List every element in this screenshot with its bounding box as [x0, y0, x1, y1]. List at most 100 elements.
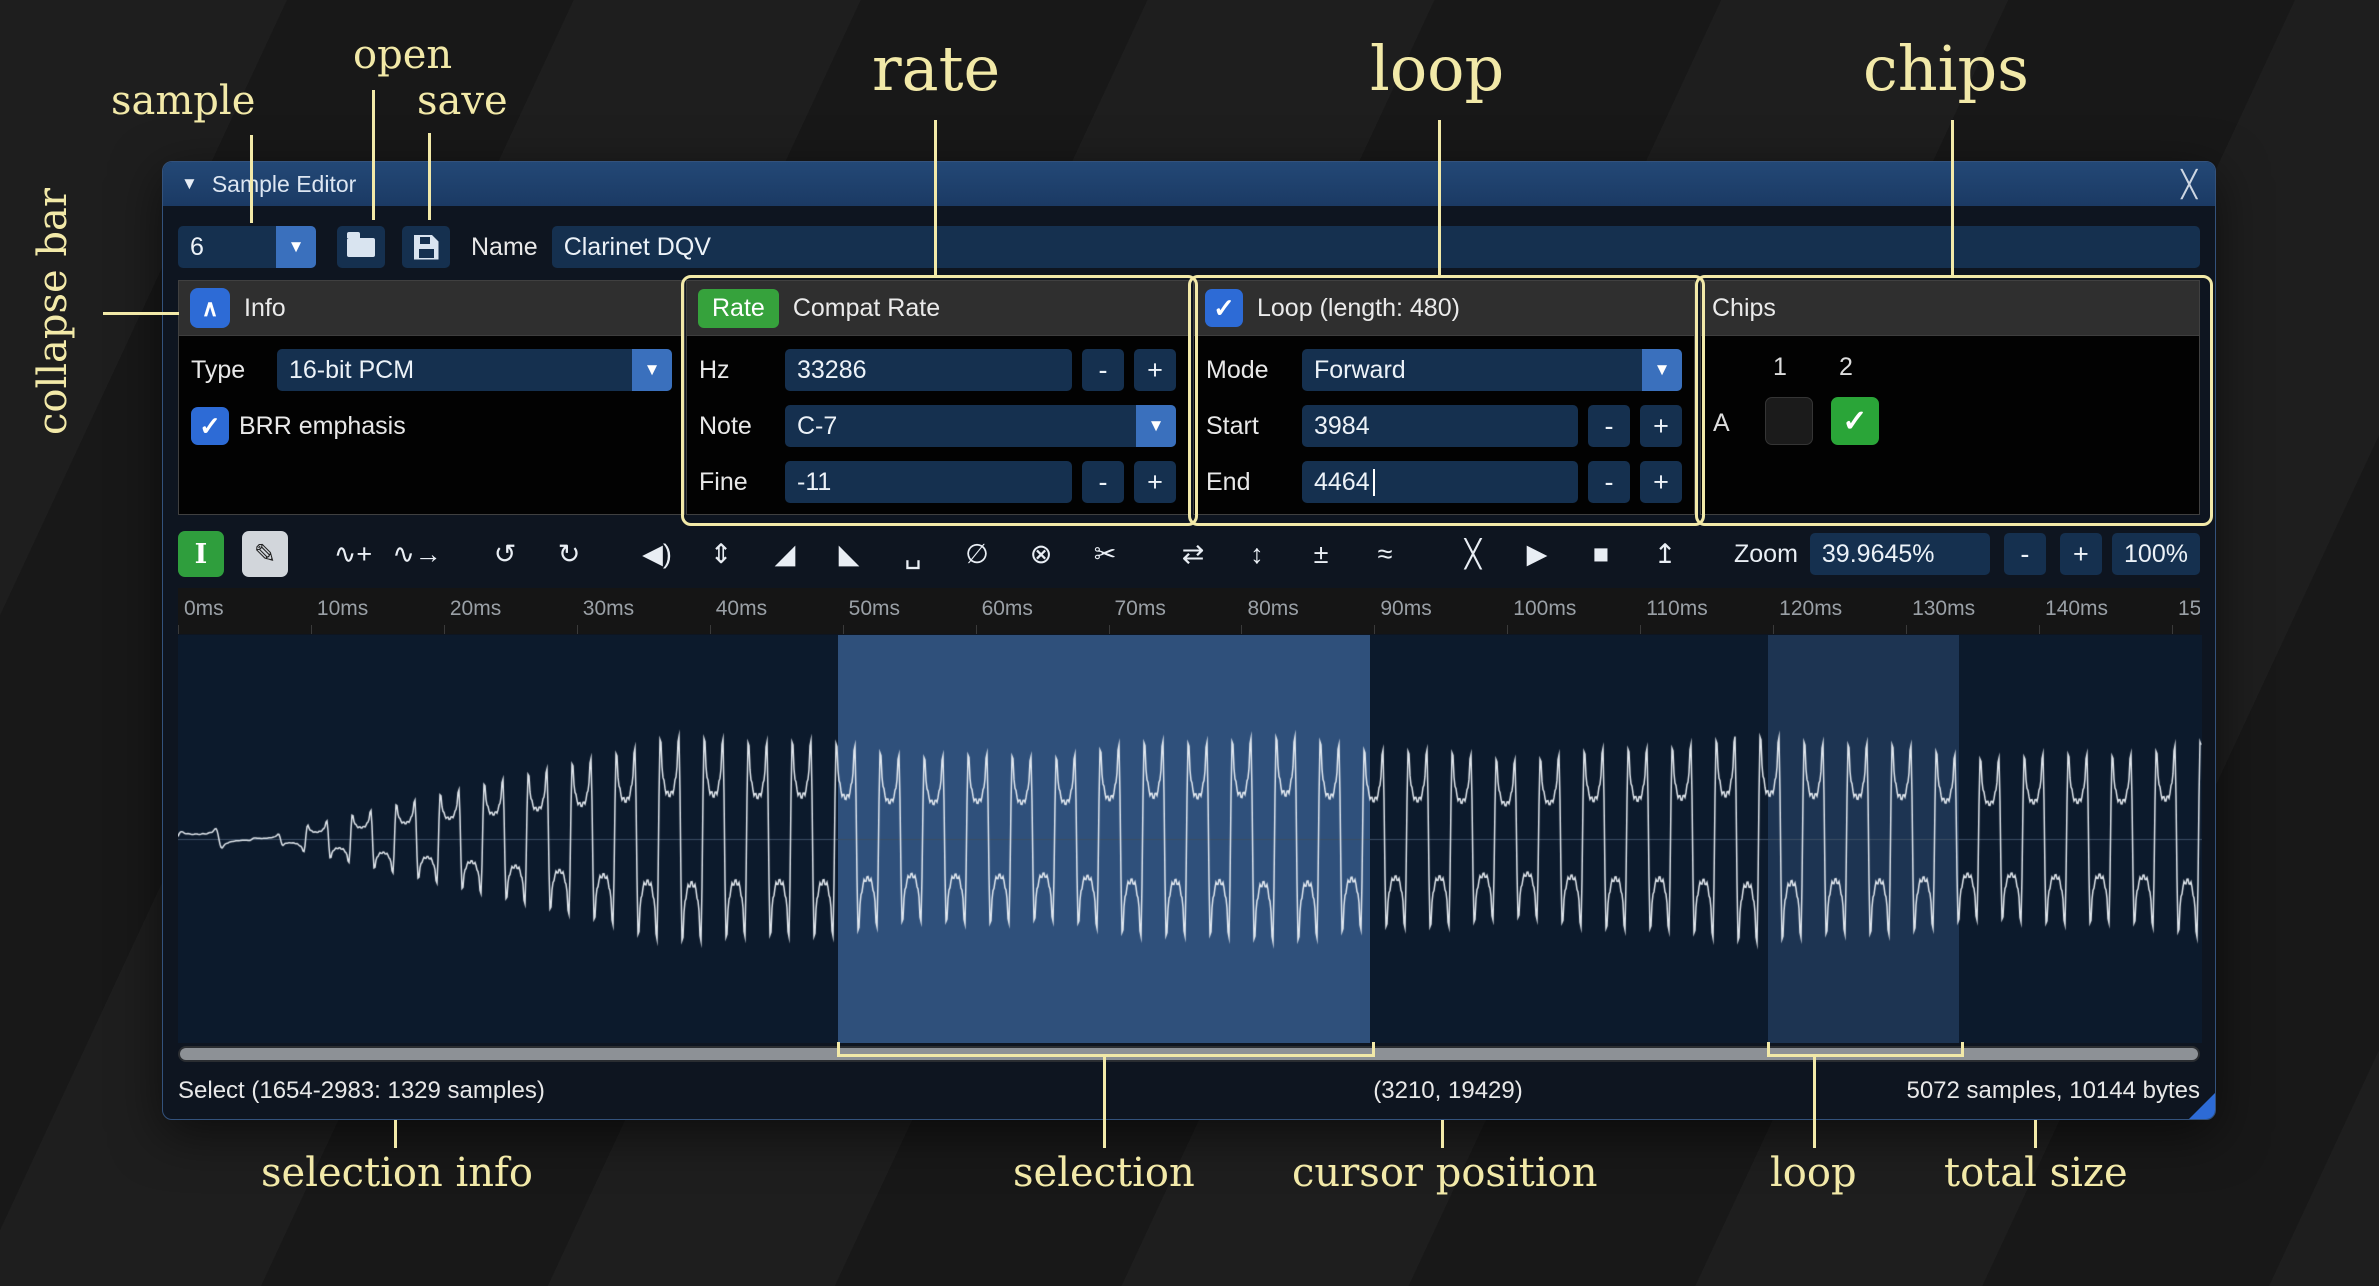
timeline-tick: [577, 625, 578, 634]
loop-header-label: Loop (length: 480): [1257, 294, 1460, 323]
info-section: ∧ Info Type 16-bit PCM ▼ ✓: [178, 280, 685, 515]
resize-grip[interactable]: [2189, 1093, 2215, 1119]
fine-plus-button[interactable]: +: [1134, 461, 1176, 503]
save-sample-button[interactable]: [402, 226, 450, 268]
fade-in-button[interactable]: ◢: [762, 531, 808, 577]
delete-button[interactable]: ⊗: [1018, 531, 1064, 577]
undo-button[interactable]: ↺: [482, 531, 528, 577]
rate-section: Rate Compat Rate Hz 33286 - + Note: [686, 280, 1189, 515]
hz-minus-button[interactable]: -: [1082, 349, 1124, 391]
resize-button[interactable]: ∿+: [330, 531, 376, 577]
timeline-label: 150ms: [2178, 597, 2200, 621]
resample-button[interactable]: ∿→: [394, 531, 440, 577]
preview-play-button[interactable]: ▶: [1514, 531, 1560, 577]
hz-input[interactable]: 33286: [785, 349, 1072, 391]
hz-plus-button[interactable]: +: [1134, 349, 1176, 391]
waveform-display[interactable]: [178, 635, 2202, 1043]
open-sample-button[interactable]: [337, 226, 385, 268]
redo-button[interactable]: ↻: [546, 531, 592, 577]
preview-stop-button[interactable]: ■: [1578, 531, 1624, 577]
timeline-label: 120ms: [1779, 597, 1842, 621]
annotation-line-total-size: [2034, 1120, 2037, 1148]
annotation-line-cursor-position: [1441, 1120, 1444, 1148]
chip-1-checkbox[interactable]: [1765, 397, 1813, 445]
loop-start-input[interactable]: 3984: [1302, 405, 1578, 447]
chip-column-2-label: 2: [1839, 353, 1853, 382]
fine-input[interactable]: -11: [785, 461, 1072, 503]
loop-start-label: Start: [1206, 412, 1292, 441]
collapse-bar-button[interactable]: ∧: [190, 288, 230, 328]
annotation-selection-info: selection info: [261, 1150, 533, 1196]
annotation-line-open: [372, 90, 375, 220]
zoom-value: 39.9645%: [1822, 540, 1935, 569]
crossfade-button[interactable]: ╳: [1450, 531, 1496, 577]
apply-silence-button[interactable]: ∅: [954, 531, 1000, 577]
loop-end-minus-button[interactable]: -: [1588, 461, 1630, 503]
loop-section: ✓ Loop (length: 480) Mode Forward ▼ Star…: [1193, 280, 1695, 515]
window-title: Sample Editor: [212, 171, 356, 198]
fine-minus-button[interactable]: -: [1082, 461, 1124, 503]
timeline-tick: [1773, 625, 1774, 634]
loop-start-minus-button[interactable]: -: [1588, 405, 1630, 447]
import-button[interactable]: ↥: [1642, 531, 1688, 577]
close-icon[interactable]: ╳: [2181, 169, 2197, 200]
rate-badge-button[interactable]: Rate: [698, 289, 779, 328]
annotation-save: save: [417, 78, 508, 124]
rate-section-header: Rate Compat Rate: [687, 281, 1188, 336]
loop-mode-dropdown[interactable]: Forward ▼: [1302, 349, 1682, 391]
invert-button[interactable]: ↕: [1234, 531, 1280, 577]
fade-out-button[interactable]: ◣: [826, 531, 872, 577]
timeline-ruler[interactable]: 0ms10ms20ms30ms40ms50ms60ms70ms80ms90ms1…: [178, 588, 2200, 634]
timeline-label: 90ms: [1380, 597, 1431, 621]
compat-rate-label: Compat Rate: [793, 294, 940, 323]
timeline-label: 100ms: [1513, 597, 1576, 621]
zoom-reset-button[interactable]: 100%: [2112, 533, 2200, 575]
filter-button[interactable]: ≈: [1362, 531, 1408, 577]
sign-button[interactable]: ±: [1298, 531, 1344, 577]
window-titlebar[interactable]: ▼ Sample Editor ╳: [163, 162, 2215, 206]
timeline-tick: [178, 625, 179, 634]
annotation-line-loop-bottom: [1813, 1054, 1816, 1148]
type-dropdown[interactable]: 16-bit PCM ▼: [277, 349, 672, 391]
fine-label: Fine: [699, 468, 775, 497]
normalize-button[interactable]: ⇕: [698, 531, 744, 577]
timeline-tick: [1507, 625, 1508, 634]
timeline-tick: [1906, 625, 1907, 634]
sample-number-dropdown[interactable]: 6 ▼: [178, 226, 316, 268]
zoom-input[interactable]: 39.9645%: [1810, 533, 1990, 575]
sample-editor-window: ▼ Sample Editor ╳ 6 ▼ Name Clarinet DQV: [162, 161, 2216, 1120]
annotation-rate: rate: [872, 32, 1000, 105]
zoom-minus-button[interactable]: -: [2004, 533, 2046, 575]
selection-bracket: [837, 1042, 1375, 1057]
timeline-label: 20ms: [450, 597, 501, 621]
desktop-background: ▼ Sample Editor ╳ 6 ▼ Name Clarinet DQV: [0, 0, 2379, 1286]
brr-emphasis-checkbox[interactable]: ✓: [191, 407, 229, 445]
type-value: 16-bit PCM: [289, 356, 414, 385]
loop-start-plus-button[interactable]: +: [1640, 405, 1682, 447]
chip-column-1-label: 1: [1773, 353, 1787, 382]
window-collapse-icon[interactable]: ▼: [181, 174, 198, 194]
timeline-tick: [311, 625, 312, 634]
trim-button[interactable]: ✂: [1082, 531, 1128, 577]
draw-mode-button[interactable]: ✎: [242, 531, 288, 577]
info-section-header: ∧ Info: [179, 281, 684, 336]
loop-enable-checkbox[interactable]: ✓: [1205, 289, 1243, 327]
chip-2-checkbox[interactable]: ✓: [1831, 397, 1879, 445]
select-mode-button[interactable]: I: [178, 531, 224, 577]
annotation-line-selection-info: [394, 1120, 397, 1148]
chevron-down-icon: ▼: [1136, 405, 1176, 447]
loop-end-plus-button[interactable]: +: [1640, 461, 1682, 503]
amplify-button[interactable]: ◀): [634, 531, 680, 577]
insert-silence-button[interactable]: ␣: [890, 531, 936, 577]
chevron-down-icon: ▼: [1642, 349, 1682, 391]
text-caret: [1373, 469, 1375, 496]
waveform-canvas[interactable]: [178, 635, 2202, 1043]
annotation-line-collapse-bar: [103, 312, 179, 315]
annotation-total-size: total size: [1944, 1150, 2128, 1196]
loop-end-value: 4464: [1314, 468, 1370, 497]
note-dropdown[interactable]: C-7 ▼: [785, 405, 1176, 447]
chevron-down-icon: ▼: [632, 349, 672, 391]
loop-end-input[interactable]: 4464: [1302, 461, 1578, 503]
zoom-plus-button[interactable]: +: [2060, 533, 2102, 575]
reverse-button[interactable]: ⇄: [1170, 531, 1216, 577]
